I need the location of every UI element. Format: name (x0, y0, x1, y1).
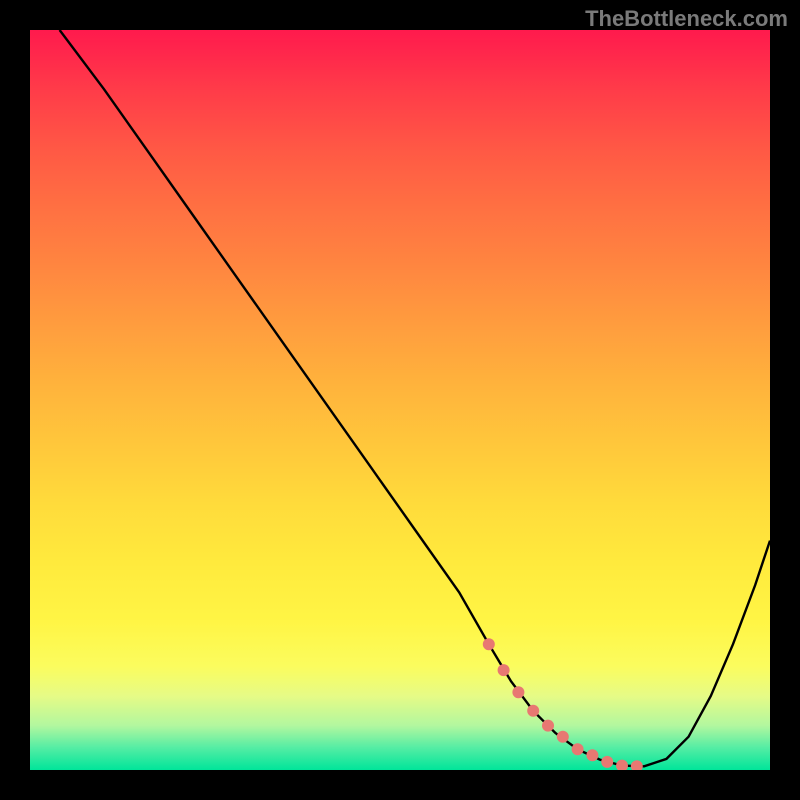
watermark-text: TheBottleneck.com (585, 6, 788, 32)
marker-dot (512, 686, 524, 698)
marker-dot (557, 731, 569, 743)
marker-dot (542, 720, 554, 732)
marker-dot (616, 760, 628, 770)
marker-dot (498, 664, 510, 676)
marker-dot (586, 749, 598, 761)
chart-markers (483, 638, 643, 770)
marker-dot (631, 760, 643, 770)
marker-dot (572, 743, 584, 755)
marker-dot (601, 756, 613, 768)
marker-dot (527, 705, 539, 717)
marker-dot (483, 638, 495, 650)
chart-plot-area (30, 30, 770, 770)
chart-curve (60, 30, 770, 766)
chart-svg (30, 30, 770, 770)
